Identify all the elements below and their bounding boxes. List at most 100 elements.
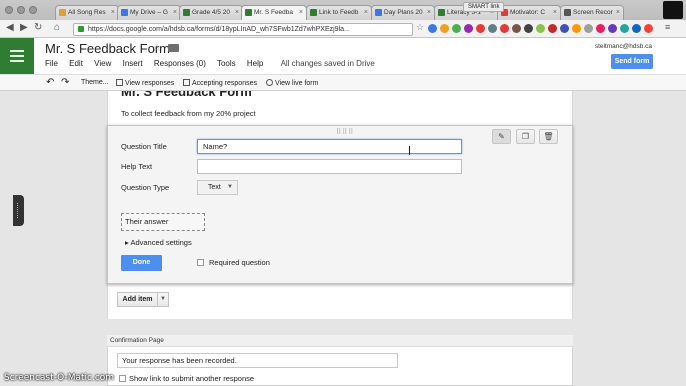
eye-icon — [266, 79, 273, 86]
lock-icon — [78, 26, 84, 32]
form-description[interactable]: To collect feedback from my 20% project — [121, 109, 256, 118]
question-type-select[interactable]: Text ▼ — [197, 180, 238, 195]
address-bar[interactable]: https://docs.google.com/a/hdsb.ca/forms/… — [73, 23, 413, 36]
extension-icon[interactable] — [464, 24, 473, 33]
forms-logo-icon[interactable] — [0, 38, 34, 74]
duplicate-icon[interactable]: ❐ — [516, 129, 535, 144]
edit-pencil-icon[interactable]: ✎ — [492, 129, 511, 144]
extension-icon[interactable] — [440, 24, 449, 33]
tab-favicon-icon — [564, 9, 571, 16]
extension-icon[interactable] — [620, 24, 629, 33]
add-item-dropdown-icon[interactable]: ▼ — [157, 292, 169, 307]
redo-icon[interactable]: ↷ — [61, 77, 69, 88]
menu-tools[interactable]: Tools — [217, 59, 236, 68]
menu-responses[interactable]: Responses (0) — [154, 59, 206, 68]
tab-close-icon[interactable]: × — [553, 6, 557, 20]
extension-icon[interactable] — [548, 24, 557, 33]
tab-close-icon[interactable]: × — [173, 6, 177, 20]
editor-toolbar: ↶ ↷ Theme... View responses Accepting re… — [0, 74, 686, 91]
watermark: Screencast-O-Matic.com — [4, 373, 115, 383]
tab-close-icon[interactable]: × — [235, 6, 239, 20]
save-status: All changes saved in Drive — [280, 59, 375, 68]
menu-insert[interactable]: Insert — [123, 59, 143, 68]
bookmark-star-icon[interactable]: ☆ — [416, 22, 424, 33]
folder-icon[interactable] — [168, 44, 179, 52]
home-icon[interactable]: ⌂ — [54, 22, 60, 33]
tab-close-icon[interactable]: × — [427, 6, 431, 20]
extension-icon[interactable] — [560, 24, 569, 33]
tab-favicon-icon — [310, 9, 317, 16]
tab-favicon-icon — [59, 9, 66, 16]
drag-handle-icon[interactable]: ⠿⠿⠿ — [336, 128, 354, 136]
menu-edit[interactable]: Edit — [69, 59, 83, 68]
confirmation-header: Confirmation Page — [107, 335, 573, 347]
confirmation-message-input[interactable]: Your response has been recorded. — [117, 353, 398, 368]
required-label: Required question — [209, 258, 270, 267]
tab-close-icon[interactable]: × — [616, 6, 620, 20]
delete-trash-icon[interactable]: 🗑 — [539, 129, 558, 144]
tab-close-icon[interactable]: × — [364, 6, 368, 20]
tab-close-icon[interactable]: × — [111, 6, 115, 20]
extension-icon[interactable] — [608, 24, 617, 33]
text-cursor — [409, 146, 412, 155]
done-button[interactable]: Done — [121, 255, 162, 271]
accepting-responses-button[interactable]: Accepting responses — [183, 79, 257, 87]
extension-icon[interactable] — [428, 24, 437, 33]
extension-icon[interactable] — [644, 24, 653, 33]
recorder-side-handle[interactable] — [13, 195, 24, 226]
profile-avatar[interactable] — [663, 1, 683, 19]
extension-icon[interactable] — [524, 24, 533, 33]
menu-view[interactable]: View — [94, 59, 111, 68]
forms-header: Mr. S Feedback Form ☆ File Edit View Ins… — [0, 38, 686, 74]
undo-icon[interactable]: ↶ — [46, 77, 54, 88]
browser-toolbar: ◀ ▶ ↻ ⌂ https://docs.google.com/a/hdsb.c… — [0, 20, 686, 38]
browser-tab-active[interactable]: Mr. S Feedba × — [241, 5, 307, 20]
advanced-settings-toggle[interactable]: ▸ Advanced settings — [125, 238, 192, 247]
extension-icon[interactable] — [632, 24, 641, 33]
browser-tab[interactable]: Screen Recor × — [560, 5, 624, 20]
reload-icon[interactable]: ↻ — [34, 22, 42, 33]
show-link-checkbox[interactable] — [119, 375, 126, 382]
browser-tab[interactable]: Grade 4/5 20 × — [179, 5, 243, 20]
extension-icon[interactable] — [512, 24, 521, 33]
add-item-button[interactable]: Add item — [117, 292, 158, 307]
menu-help[interactable]: Help — [247, 59, 263, 68]
question-title-input[interactable]: Name? — [197, 139, 462, 154]
browser-tab[interactable]: Motivator: C × — [497, 5, 561, 20]
user-email[interactable]: steltmanc@hdsb.ca — [595, 43, 652, 50]
back-icon[interactable]: ◀ — [6, 22, 14, 33]
browser-tab[interactable]: All Song Res × — [55, 5, 119, 20]
window-minimize-button[interactable] — [17, 6, 25, 14]
forward-icon[interactable]: ▶ — [20, 22, 28, 33]
tab-close-icon[interactable]: × — [299, 6, 303, 20]
chevron-down-icon: ▼ — [227, 184, 233, 190]
extension-icon[interactable] — [488, 24, 497, 33]
extension-icon[interactable] — [476, 24, 485, 33]
extension-icon[interactable] — [500, 24, 509, 33]
smart-link-tooltip: SMART link — [463, 2, 505, 12]
window-close-button[interactable] — [5, 6, 13, 14]
help-text-input[interactable] — [197, 159, 462, 174]
extension-icon[interactable] — [572, 24, 581, 33]
question-title-label: Question Title — [121, 142, 167, 151]
extension-icon[interactable] — [536, 24, 545, 33]
extension-icon[interactable] — [452, 24, 461, 33]
star-icon[interactable]: ☆ — [152, 41, 162, 54]
browser-tab[interactable]: My Drive – G × — [117, 5, 181, 20]
menu-bar: File Edit View Insert Responses (0) Tool… — [45, 59, 384, 68]
view-live-form-button[interactable]: View live form — [266, 79, 318, 87]
tab-favicon-icon — [375, 9, 382, 16]
browser-tab[interactable]: Day Plans 20 × — [371, 5, 435, 20]
window-maximize-button[interactable] — [29, 6, 37, 14]
theme-button[interactable]: Theme... — [81, 79, 109, 86]
menu-icon[interactable]: ≡ — [665, 22, 670, 32]
browser-tab[interactable]: Link to Feedb × — [306, 5, 372, 20]
question-type-label: Question Type — [121, 183, 170, 192]
tab-favicon-icon — [245, 9, 252, 16]
extension-icon[interactable] — [596, 24, 605, 33]
menu-file[interactable]: File — [45, 59, 58, 68]
required-checkbox[interactable] — [197, 259, 204, 266]
extension-icon[interactable] — [584, 24, 593, 33]
send-form-button[interactable]: Send form — [611, 54, 653, 69]
view-responses-button[interactable]: View responses — [116, 79, 174, 87]
